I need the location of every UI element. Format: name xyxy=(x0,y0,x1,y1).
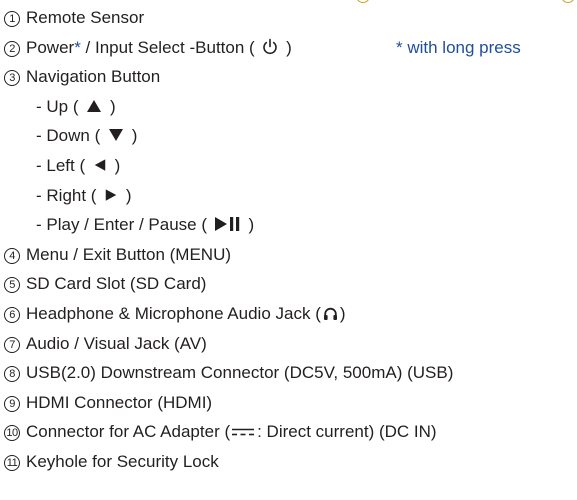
item-label-close: ) xyxy=(281,37,292,57)
item-label: Navigation Button xyxy=(26,67,161,87)
direct-current-icon xyxy=(232,429,255,436)
list-item-sd-card-slot: 5 SD Card Slot (SD Card) xyxy=(4,269,574,299)
item-number: 6 xyxy=(4,306,20,323)
list-item-av-jack: 7 Audio / Visual Jack (AV) xyxy=(4,329,574,359)
sub-item-right: - Right ( ) xyxy=(4,181,574,211)
item-label: Remote Sensor xyxy=(26,8,145,27)
left-triangle-icon xyxy=(94,159,106,171)
item-number: 11 xyxy=(4,454,20,471)
item-label-power: Power xyxy=(26,37,75,57)
up-triangle-icon xyxy=(87,99,102,112)
sub-item-up: - Up ( ) xyxy=(4,92,574,122)
item-label: Audio / Visual Jack (AV) xyxy=(26,333,207,353)
list-item-security-keyhole: 11 Keyhole for Security Lock xyxy=(4,447,574,477)
item-label: USB(2.0) Downstream Connector (DC5V, 500… xyxy=(26,363,454,383)
sub-item-close: ) xyxy=(243,215,255,235)
sub-item-left: - Left ( ) xyxy=(4,151,574,181)
sub-item-label: - Up ( xyxy=(36,96,84,116)
item-label: HDMI Connector (HDMI) xyxy=(26,392,213,412)
down-triangle-icon xyxy=(108,129,123,142)
asterisk-mark: * xyxy=(74,37,81,57)
sub-item-play-enter-pause: - Play / Enter / Pause ( ) xyxy=(4,210,574,240)
sub-item-close: ) xyxy=(126,126,138,146)
item-number: 9 xyxy=(4,395,20,412)
play-pause-icon xyxy=(214,217,239,232)
item-number: 2 xyxy=(4,40,20,57)
item-number: 1 xyxy=(4,11,20,27)
item-number: 5 xyxy=(4,277,20,294)
sub-item-label: - Left ( xyxy=(36,155,90,175)
item-label: Menu / Exit Button (MENU) xyxy=(26,244,232,264)
power-icon xyxy=(263,38,278,54)
right-triangle-icon xyxy=(105,188,117,201)
list-item-ac-adapter-connector: 10 Connector for AC Adapter ( : Direct cur… xyxy=(4,417,574,447)
list-item-menu-exit: 4 Menu / Exit Button (MENU) xyxy=(4,240,574,270)
sub-item-label: - Down ( xyxy=(36,126,105,146)
list-item-hdmi-connector: 9 HDMI Connector (HDMI) xyxy=(4,388,574,418)
item-number: 4 xyxy=(4,247,20,264)
item-number: 3 xyxy=(4,70,20,87)
list-item-power-button: 2 Power* / Input Select -Button ( ) * wit… xyxy=(4,33,574,63)
item-label-close: : Direct current) (DC IN) xyxy=(257,422,437,442)
sub-item-close: ) xyxy=(105,96,116,116)
item-number: 7 xyxy=(4,336,20,353)
list-item-usb-connector: 8 USB(2.0) Downstream Connector (DC5V, 50… xyxy=(4,358,574,388)
item-label-input-select: / Input Select -Button ( xyxy=(80,37,260,57)
item-label-close: ) xyxy=(339,303,346,323)
item-label: Connector for AC Adapter ( xyxy=(26,422,231,442)
list-item-remote-sensor: 1 Remote Sensor xyxy=(4,3,574,33)
sub-item-close: ) xyxy=(109,155,121,175)
item-label: Headphone & Microphone Audio Jack ( xyxy=(26,303,321,323)
sub-item-close: ) xyxy=(121,185,132,205)
list-item-headphone-jack: 6 Headphone & Microphone Audio Jack () xyxy=(4,299,574,329)
sub-item-label: - Play / Enter / Pause ( xyxy=(36,215,212,235)
headphone-icon xyxy=(323,307,337,320)
item-number: 10 xyxy=(4,425,20,442)
item-label: SD Card Slot (SD Card) xyxy=(26,274,207,294)
list-item-navigation-button: 3 Navigation Button xyxy=(4,62,574,92)
sub-item-label: - Right ( xyxy=(36,185,102,205)
sub-item-down: - Down ( ) xyxy=(4,121,574,151)
item-number: 8 xyxy=(4,366,20,383)
item-label: Keyhole for Security Lock xyxy=(26,451,219,471)
component-list: 1 Remote Sensor 2 Power* / Input Select -B… xyxy=(4,3,574,477)
long-press-note: * with long press xyxy=(396,37,521,57)
